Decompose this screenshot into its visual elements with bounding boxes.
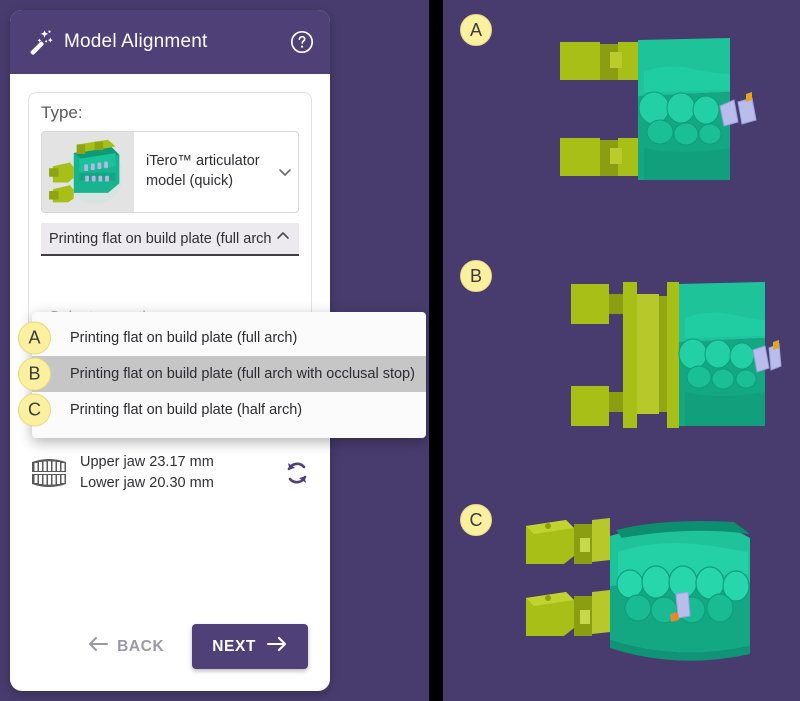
refresh-rotate-icon[interactable] [282,458,312,488]
model-type-value: iTero™ articulator model (quick) [146,153,260,189]
arrow-right-icon [266,636,288,657]
model-render-a[interactable] [498,30,778,200]
preview-badge-c: C [460,504,492,536]
jaw-measurements: Upper jaw 23.17 mm Lower jaw 20.30 mm [28,452,312,494]
back-button-label: BACK [117,637,165,655]
back-button[interactable]: BACK [77,628,174,665]
chevron-down-icon[interactable] [272,132,298,212]
dropdown-option-b[interactable]: B Printing flat on build plate (full arc… [18,356,426,392]
page-title: Model Alignment [64,31,208,52]
preview-panel: A B C [443,0,800,701]
dropdown-option-c[interactable]: C Printing flat on build plate (half arc… [18,392,426,428]
preview-c: C [443,490,800,701]
dialog-footer: BACK NEXT [10,624,330,669]
dialog-header: Model Alignment [10,10,330,74]
articulator-model-thumbnail [42,132,134,212]
orientation-select-value: Printing flat on build plate (full arch [49,230,272,247]
orientation-dropdown-menu: A Printing flat on build plate (full arc… [18,312,426,438]
lower-jaw-value: Lower jaw 20.30 mm [80,475,214,492]
upper-jaw-value: Upper jaw 23.17 mm [80,454,214,470]
preview-b: B [443,240,800,490]
chevron-up-icon[interactable] [275,228,291,249]
model-alignment-dialog: Model Alignment Type: iTero™ articulator… [10,10,426,691]
preview-badge-a: A [460,14,492,46]
model-render-c[interactable] [498,512,788,672]
preview-badge-b: B [460,260,492,292]
app-screen: Model Alignment Type: iTero™ articulator… [0,0,800,701]
left-panel: Model Alignment Type: iTero™ articulator… [0,0,430,701]
option-badge-c: C [18,393,51,427]
type-label: Type: [41,103,83,122]
dropdown-option-a[interactable]: A Printing flat on build plate (full arc… [18,320,426,356]
preview-a: A [443,0,800,240]
dialog-body: Type: iTero™ articulator model (quick) P… [10,74,426,691]
arrow-left-icon [87,636,109,657]
dental-arch-icon [28,456,70,490]
next-button[interactable]: NEXT [192,624,308,669]
panel-divider [429,0,443,701]
dropdown-option-label: Printing flat on build plate (full arch … [70,366,415,382]
model-type-select[interactable]: iTero™ articulator model (quick) [41,131,299,213]
model-render-b[interactable] [503,280,783,430]
jaw-measurement-text: Upper jaw 23.17 mm Lower jaw 20.30 mm [80,452,214,494]
next-button-label: NEXT [212,637,256,655]
option-badge-a: A [18,321,51,355]
dropdown-option-label: Printing flat on build plate (half arch) [70,402,303,418]
dropdown-option-label: Printing flat on build plate (full arch) [70,330,298,346]
orientation-select-trigger[interactable]: Printing flat on build plate (full arch [41,223,299,256]
help-circle-icon[interactable] [290,30,314,54]
option-badge-b: B [18,357,51,391]
magic-wand-icon [26,27,56,57]
